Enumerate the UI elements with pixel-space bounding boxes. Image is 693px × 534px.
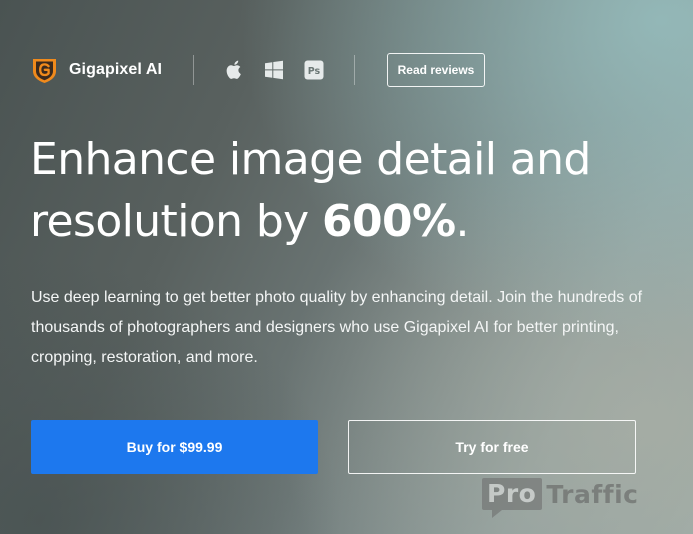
header-divider <box>354 55 355 85</box>
buy-button[interactable]: Buy for $99.99 <box>31 420 318 474</box>
photoshop-icon-label: Ps <box>308 66 321 77</box>
headline-line-1: Enhance image detail and <box>30 134 591 185</box>
gigapixel-logo-icon <box>33 59 56 83</box>
watermark-pro: Pro <box>482 478 543 518</box>
product-name: Gigapixel AI <box>69 61 163 78</box>
windows-icon <box>265 60 283 80</box>
header: Gigapixel AI Ps Read reviews <box>31 53 501 87</box>
header-divider <box>193 55 194 85</box>
watermark: Pro Traffic <box>482 474 639 518</box>
headline-emphasis: 600% <box>321 196 456 247</box>
hero-description: Use deep learning to get better photo qu… <box>31 289 643 366</box>
photoshop-icon: Ps <box>304 60 324 80</box>
brand[interactable]: Gigapixel AI <box>31 56 162 84</box>
headline-line-2-prefix: resolution by <box>30 196 309 247</box>
read-reviews-button[interactable]: Read reviews <box>387 53 485 87</box>
try-free-button[interactable]: Try for free <box>348 420 636 474</box>
watermark-traffic: Traffic <box>546 479 639 509</box>
headline-suffix: . <box>455 196 470 247</box>
apple-icon <box>226 60 241 79</box>
page-headline: Enhance image detail and resolution by 6… <box>30 129 670 253</box>
